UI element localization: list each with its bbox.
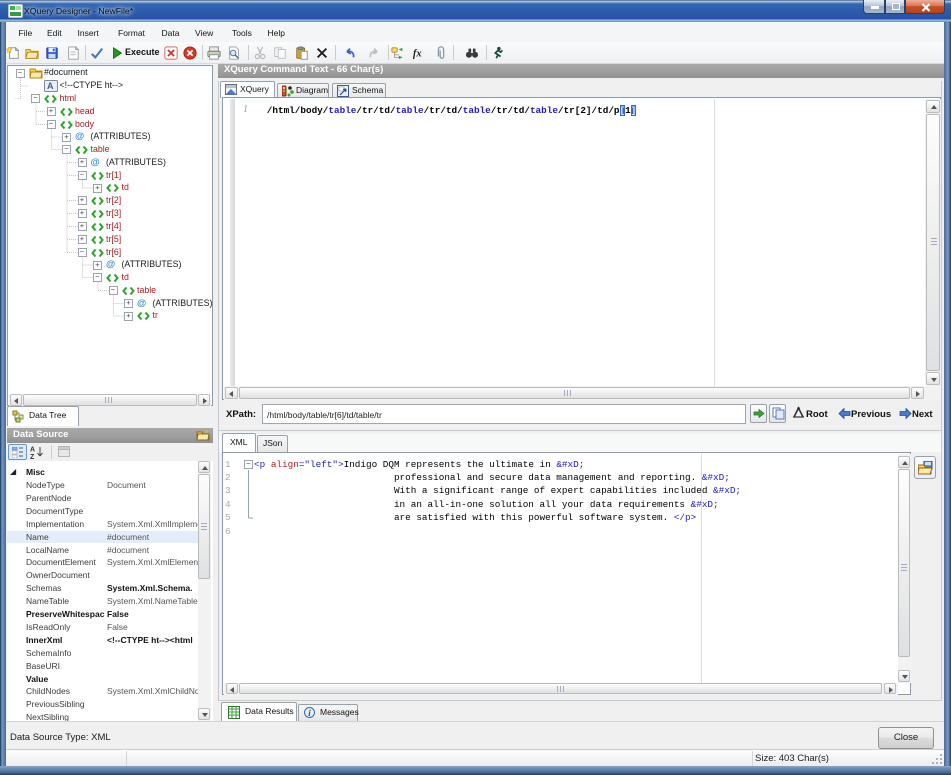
svg-text:A: A	[47, 81, 54, 91]
svg-text:Z: Z	[30, 454, 35, 459]
svg-text:fx: fx	[413, 49, 422, 60]
svg-text:A: A	[30, 447, 35, 454]
